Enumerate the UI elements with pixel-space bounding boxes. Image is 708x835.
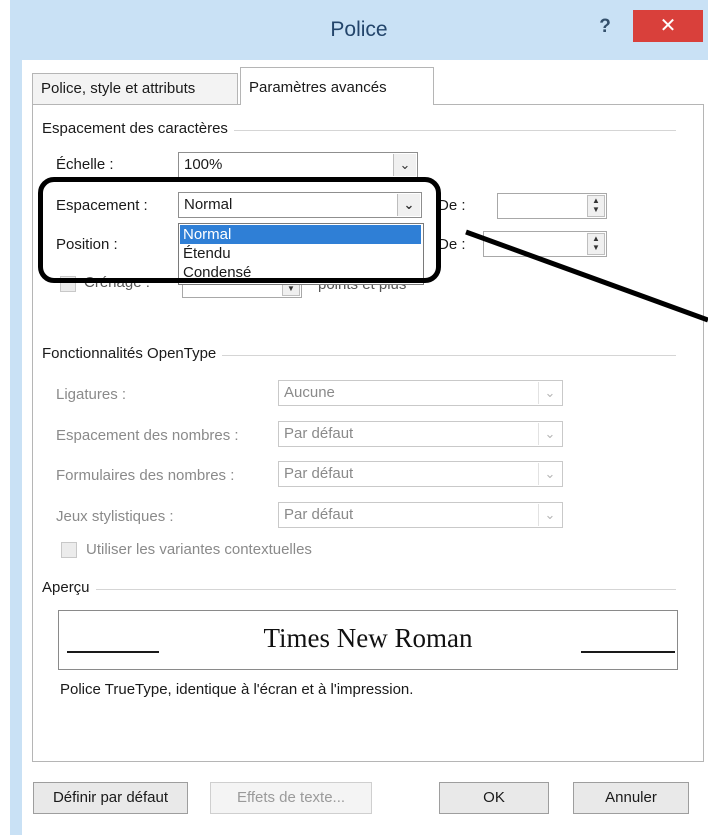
annotation-pointer-line [465, 229, 708, 323]
